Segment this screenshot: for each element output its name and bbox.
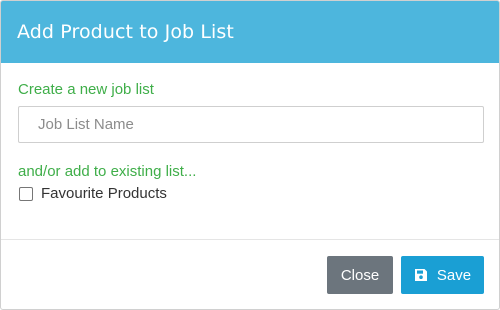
favourite-products-option[interactable]: Favourite Products: [19, 185, 167, 202]
save-button-label: Save: [436, 266, 472, 284]
floppy-disk-icon: [414, 269, 427, 281]
modal-header: Add Product to Job List: [1, 1, 499, 63]
add-product-modal: Add Product to Job List Create a new job…: [0, 0, 500, 310]
favourite-products-checkbox[interactable]: [19, 186, 33, 201]
close-button[interactable]: Close: [327, 256, 393, 294]
favourite-products-label: Favourite Products: [41, 185, 167, 202]
close-button-label: Close: [340, 266, 380, 284]
save-button[interactable]: Save: [401, 256, 484, 294]
modal-title: Add Product to Job List: [17, 21, 234, 43]
new-job-list-label: Create a new job list: [18, 81, 154, 98]
job-list-name-input[interactable]: [18, 106, 484, 143]
footer-divider: [1, 239, 499, 240]
existing-list-label: and/or add to existing list...: [18, 163, 197, 180]
